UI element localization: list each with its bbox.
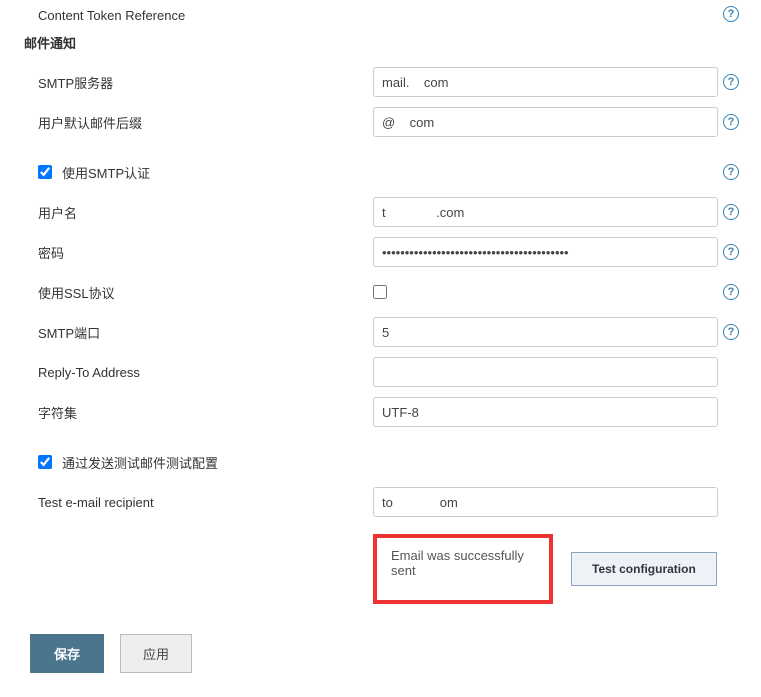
label-username: 用户名	[38, 203, 373, 222]
row-test-recipient: Test e-mail recipient	[38, 482, 761, 522]
row-reply-to: Reply-To Address	[38, 352, 761, 392]
use-smtp-auth-checkbox[interactable]	[38, 165, 52, 179]
label-password: 密码	[38, 243, 373, 262]
help-icon[interactable]	[723, 244, 739, 260]
section-heading-email-notification: 邮件通知	[24, 33, 761, 52]
content-token-reference-row: Content Token Reference	[38, 8, 761, 23]
label-test-recipient: Test e-mail recipient	[38, 495, 373, 510]
default-suffix-input[interactable]	[373, 107, 718, 137]
row-use-ssl: 使用SSL协议	[38, 272, 761, 312]
help-icon[interactable]	[723, 6, 739, 22]
help-icon[interactable]	[723, 74, 739, 90]
smtp-port-input[interactable]	[373, 317, 718, 347]
label-use-ssl: 使用SSL协议	[38, 283, 373, 302]
test-configuration-button[interactable]: Test configuration	[571, 552, 717, 586]
row-smtp-server: SMTP服务器	[38, 62, 761, 102]
test-area: Email was successfully sent Test configu…	[373, 534, 761, 604]
row-use-smtp-auth: 使用SMTP认证	[38, 152, 761, 192]
form-rows: SMTP服务器 用户默认邮件后缀 使用SMTP认证 用户名 密码	[38, 62, 761, 522]
label-default-suffix: 用户默认邮件后缀	[38, 113, 373, 132]
row-charset: 字符集	[38, 392, 761, 432]
help-icon[interactable]	[723, 204, 739, 220]
password-input[interactable]	[373, 237, 718, 267]
config-page: Content Token Reference 邮件通知 SMTP服务器 用户默…	[0, 0, 761, 697]
row-username: 用户名	[38, 192, 761, 232]
label-send-test: 通过发送测试邮件测试配置	[62, 453, 218, 472]
test-status-text: Email was successfully sent	[391, 548, 524, 578]
username-input[interactable]	[373, 197, 718, 227]
use-ssl-checkbox[interactable]	[373, 285, 387, 299]
row-default-suffix: 用户默认邮件后缀	[38, 102, 761, 142]
row-password: 密码	[38, 232, 761, 272]
test-recipient-input[interactable]	[373, 487, 718, 517]
reply-to-input[interactable]	[373, 357, 718, 387]
send-test-checkbox[interactable]	[38, 455, 52, 469]
charset-input[interactable]	[373, 397, 718, 427]
row-send-test: 通过发送测试邮件测试配置	[38, 442, 761, 482]
label-reply-to: Reply-To Address	[38, 365, 373, 380]
help-icon[interactable]	[723, 284, 739, 300]
help-icon[interactable]	[723, 164, 739, 180]
apply-button[interactable]: 应用	[120, 634, 192, 673]
row-smtp-port: SMTP端口	[38, 312, 761, 352]
label-smtp-port: SMTP端口	[38, 323, 373, 342]
test-status-box: Email was successfully sent	[373, 534, 553, 604]
help-icon[interactable]	[723, 114, 739, 130]
label-use-smtp-auth: 使用SMTP认证	[62, 163, 150, 182]
smtp-server-input[interactable]	[373, 67, 718, 97]
label-smtp-server: SMTP服务器	[38, 73, 373, 92]
save-button[interactable]: 保存	[30, 634, 104, 673]
bottom-buttons: 保存 应用	[30, 634, 761, 673]
label-charset: 字符集	[38, 403, 373, 422]
help-icon[interactable]	[723, 324, 739, 340]
content-token-reference-label: Content Token Reference	[38, 8, 185, 23]
